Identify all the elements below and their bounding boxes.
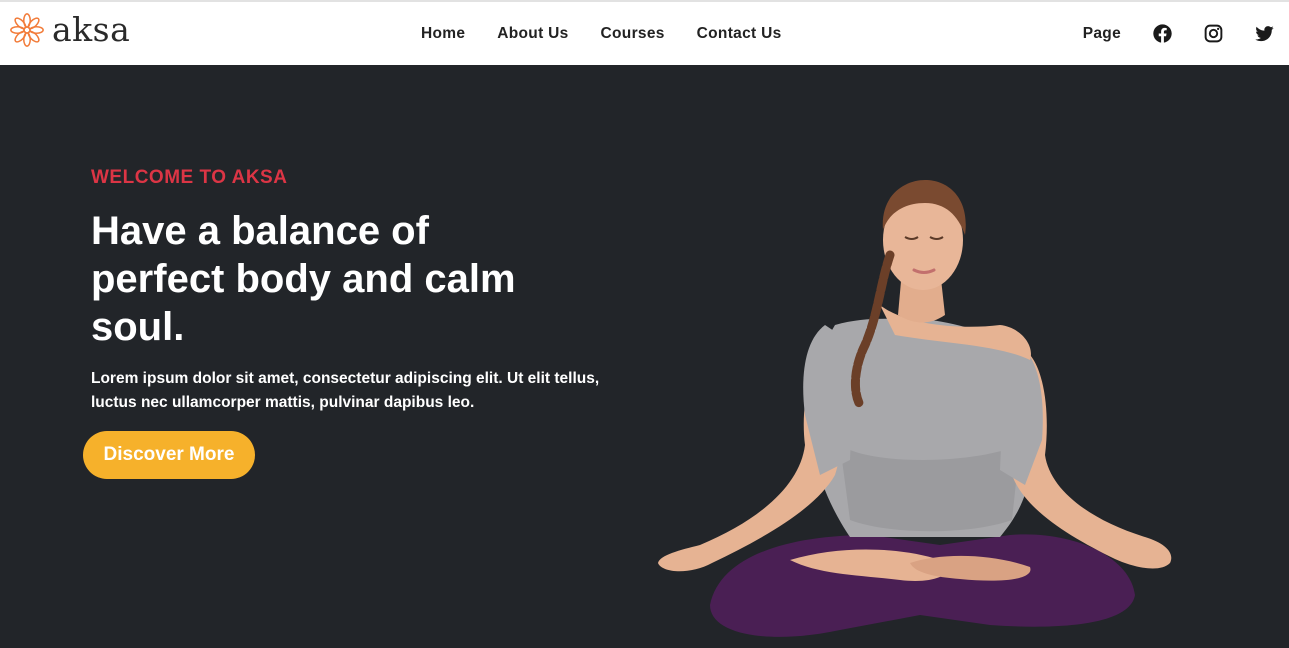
discover-more-button[interactable]: Discover More — [83, 431, 255, 479]
hero-description: Lorem ipsum dolor sit amet, consectetur … — [91, 370, 600, 411]
brand-name: aksa — [52, 10, 131, 49]
hero-headline: Have a balance of perfect body and calm … — [91, 209, 516, 349]
main-nav: Home About Us Courses Contact Us — [405, 2, 798, 65]
hero-eyebrow: WELCOME TO AKSA — [91, 167, 288, 188]
nav-link-courses[interactable]: Courses — [601, 25, 665, 43]
meditating-woman-illustration — [658, 180, 1172, 637]
nav-link-page[interactable]: Page — [1083, 25, 1121, 43]
twitter-icon[interactable] — [1254, 23, 1275, 44]
flower-mandala-icon — [10, 13, 44, 47]
facebook-icon[interactable] — [1152, 23, 1173, 44]
instagram-icon[interactable] — [1203, 23, 1224, 44]
hero-section: WELCOME TO AKSA Have a balance of perfec… — [0, 65, 1289, 648]
nav-link-home[interactable]: Home — [421, 25, 465, 43]
site-header: aksa Home About Us Courses Contact Us Pa… — [0, 2, 1289, 65]
nav-link-contact-us[interactable]: Contact Us — [697, 25, 782, 43]
brand-logo[interactable]: aksa — [8, 11, 130, 49]
header-actions: Page — [1083, 2, 1275, 65]
nav-link-about-us[interactable]: About Us — [497, 25, 568, 43]
